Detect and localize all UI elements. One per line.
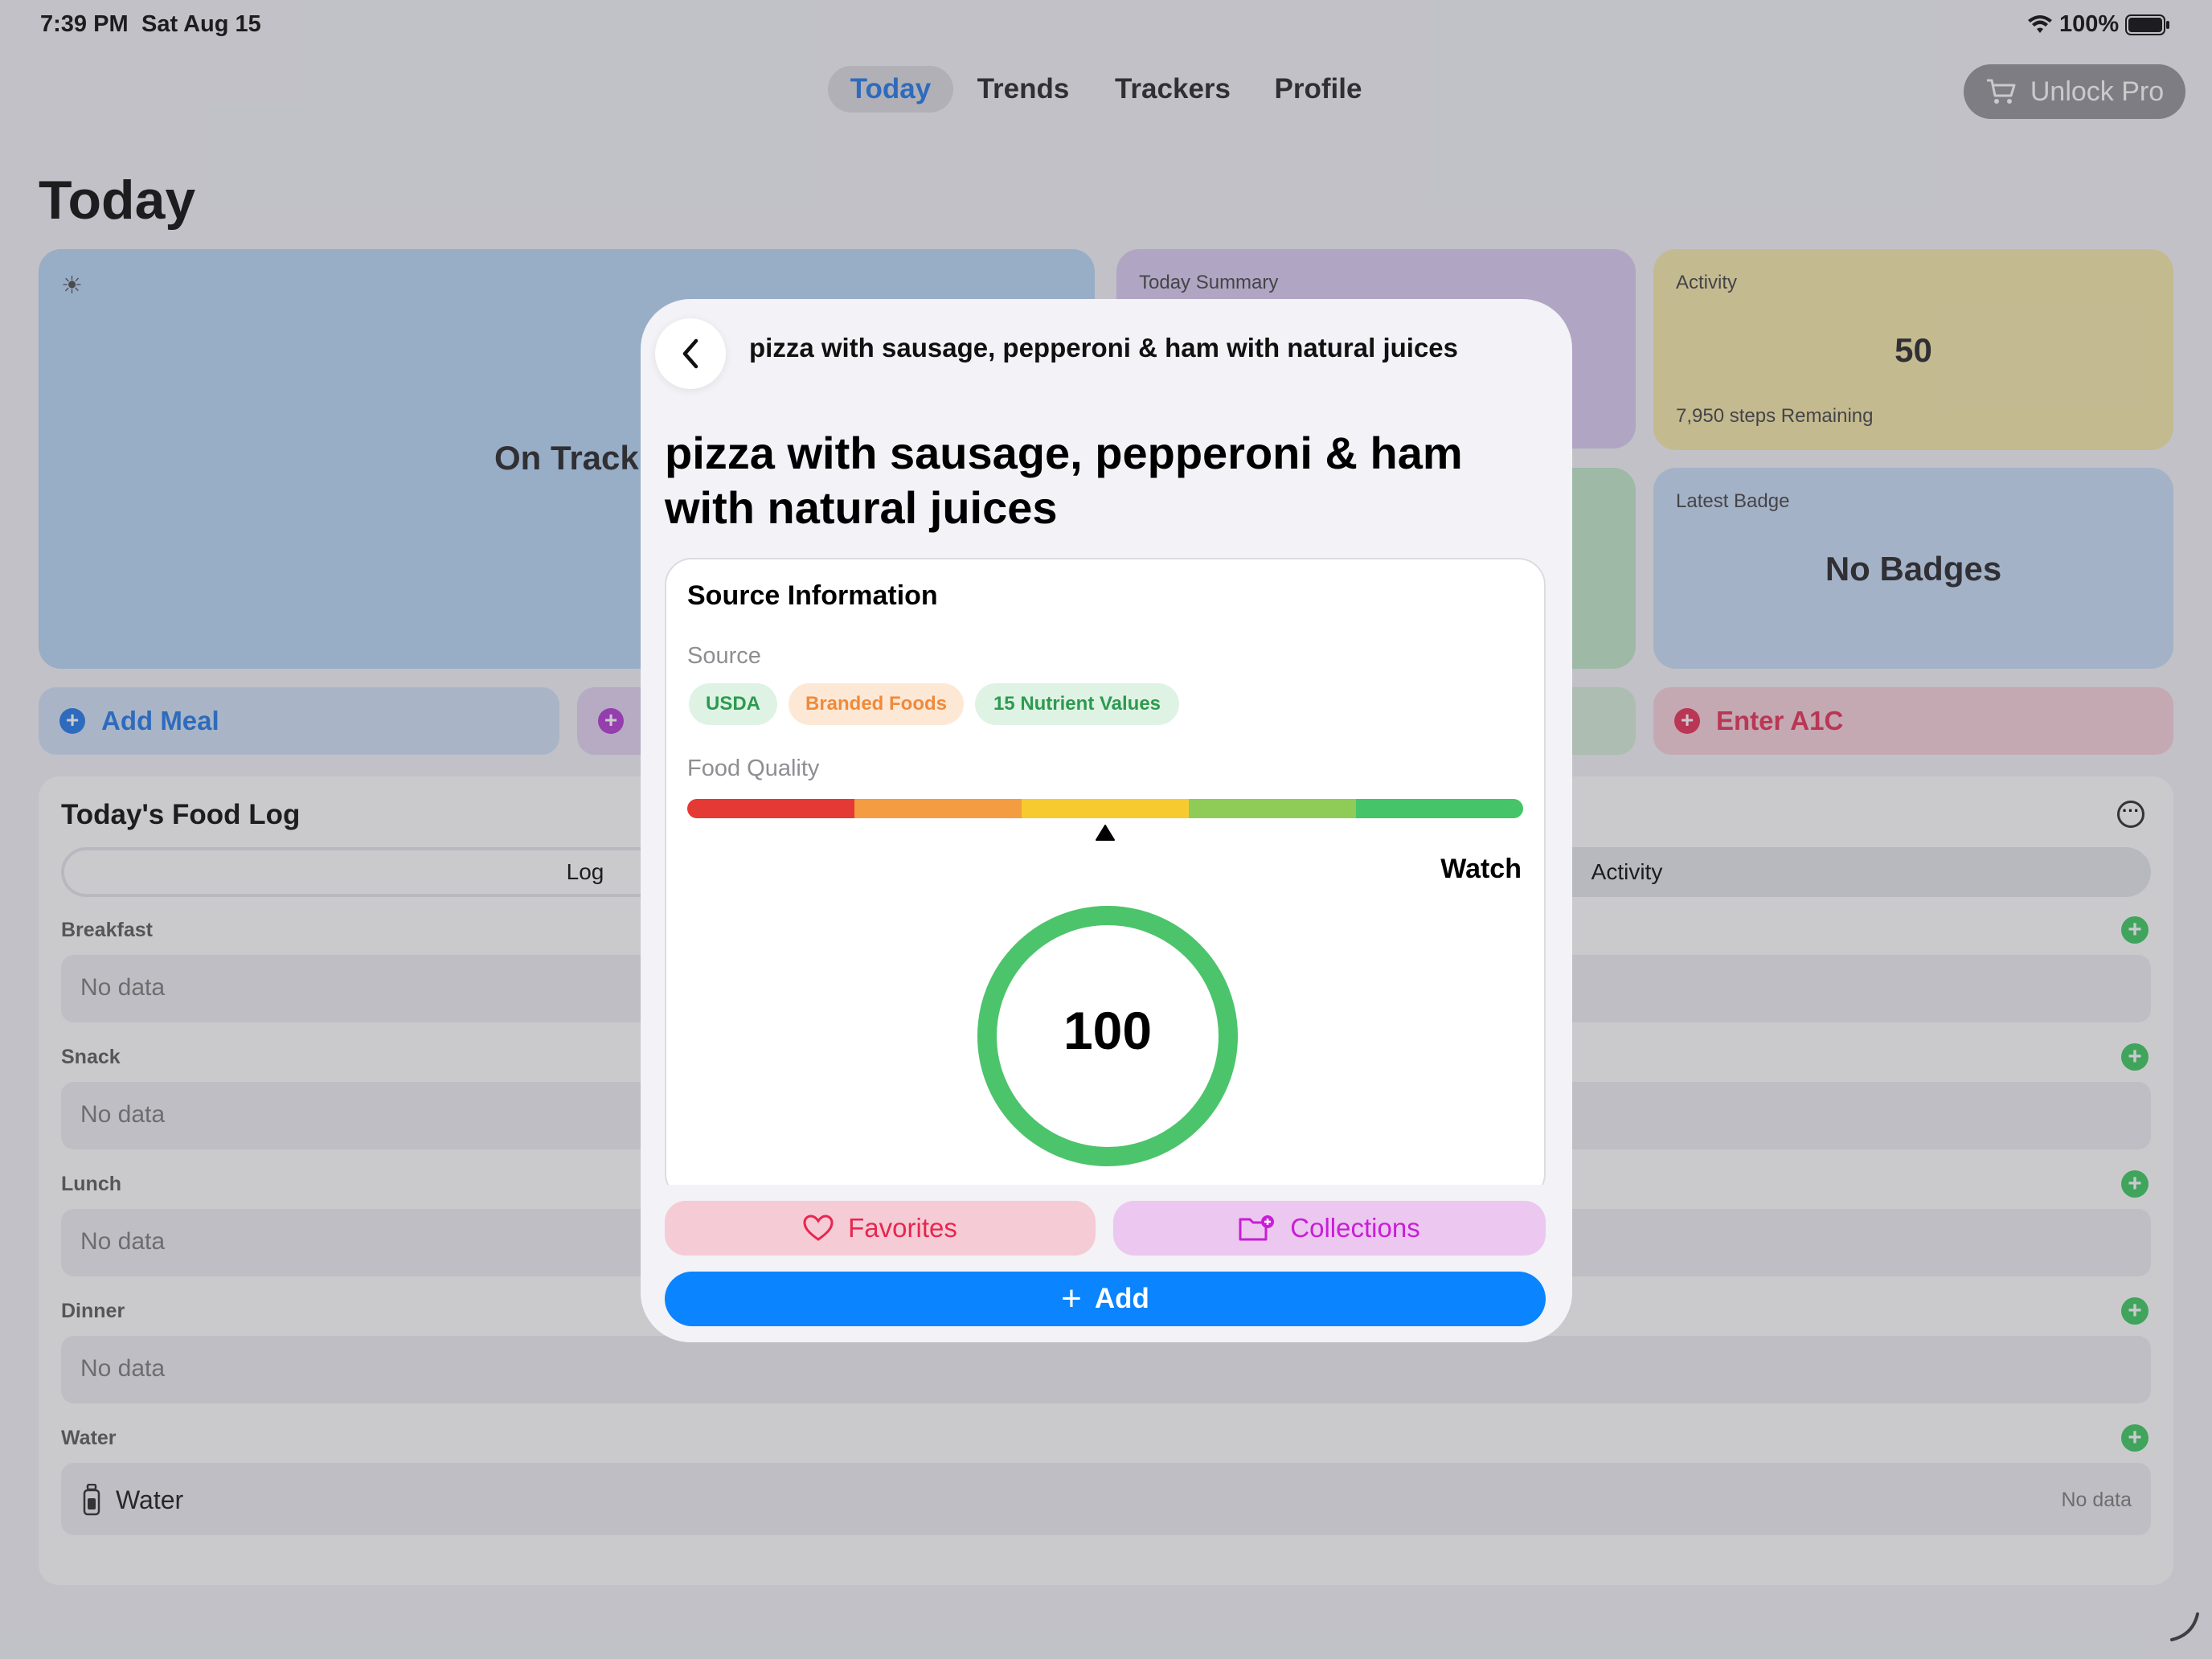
- collections-button[interactable]: Collections: [1113, 1201, 1546, 1256]
- chip-branded-foods: Branded Foods: [789, 683, 964, 725]
- food-quality-bar: [687, 799, 1523, 818]
- source-info-card: Source Information Source Food Quality W…: [665, 558, 1546, 1201]
- folder-add-icon: [1239, 1215, 1275, 1241]
- quality-segment-2: [854, 799, 1022, 818]
- favorites-label: Favorites: [848, 1213, 957, 1243]
- add-label: Add: [1094, 1283, 1149, 1314]
- back-button[interactable]: [655, 318, 726, 389]
- quality-segment-3: [1022, 799, 1189, 818]
- favorites-button[interactable]: Favorites: [665, 1201, 1096, 1256]
- source-label: Source: [687, 643, 761, 669]
- quality-segment-1: [687, 799, 854, 818]
- chip-nutrient-values: 15 Nutrient Values: [975, 683, 1179, 725]
- score-value: 100: [1063, 1001, 1153, 1060]
- food-detail-modal: pizza with sausage, pepperoni & ham with…: [641, 299, 1572, 1342]
- chevron-left-icon: [682, 338, 698, 369]
- quality-segment-4: [1189, 799, 1356, 818]
- heart-icon: [803, 1215, 834, 1241]
- chip-usda: USDA: [689, 683, 777, 725]
- quality-marker-icon: [1096, 825, 1115, 841]
- collections-label: Collections: [1290, 1213, 1420, 1243]
- quality-segment-5: [1356, 799, 1523, 818]
- source-info-title: Source Information: [687, 580, 938, 611]
- quality-rating: Watch: [1440, 854, 1522, 884]
- modal-header-title: pizza with sausage, pepperoni & ham with…: [749, 333, 1459, 363]
- food-quality-label: Food Quality: [687, 756, 820, 781]
- food-title: pizza with sausage, pepperoni & ham with…: [665, 428, 1463, 533]
- plus-icon: +: [1061, 1279, 1082, 1318]
- add-button[interactable]: + Add: [665, 1272, 1546, 1326]
